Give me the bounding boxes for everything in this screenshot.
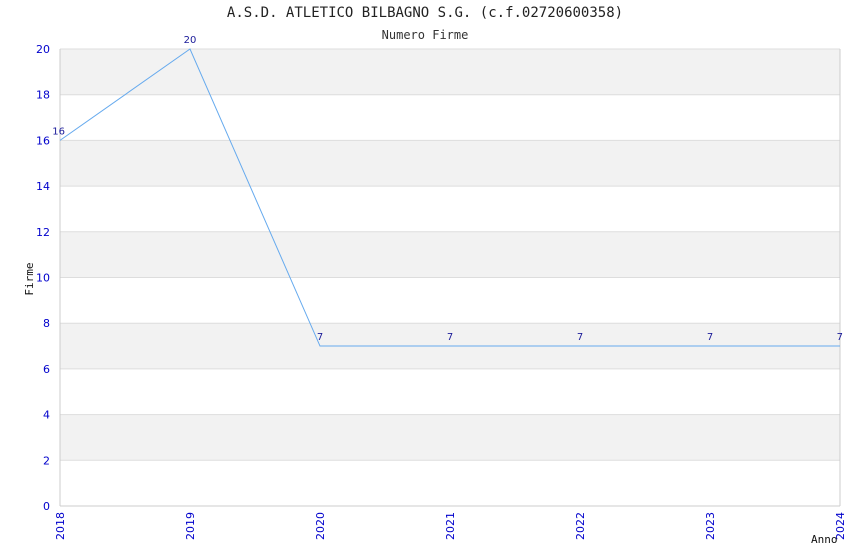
y-tick-label: 0 — [43, 500, 50, 513]
x-tick-label: 2023 — [704, 512, 717, 540]
data-label: 7 — [837, 332, 843, 343]
x-tick-label: 2022 — [574, 512, 587, 540]
y-tick-label: 14 — [36, 180, 50, 193]
data-label: 7 — [707, 332, 713, 343]
x-axis-title: Anno — [811, 533, 838, 546]
y-axis-title: Firme — [23, 262, 36, 295]
y-tick-label: 18 — [36, 89, 50, 102]
line-chart: 0 2 4 6 8 10 12 14 16 18 20 2018 2019 2020 2021 2022 20… — [23, 35, 847, 546]
data-label: 7 — [577, 332, 583, 343]
x-tick-label: 2019 — [184, 512, 197, 540]
x-tick-label: 2021 — [444, 512, 457, 540]
y-tick-label: 16 — [36, 134, 50, 147]
data-label: 7 — [447, 332, 453, 343]
y-tick-label: 10 — [36, 272, 50, 285]
y-tick-label: 4 — [43, 409, 50, 422]
data-label: 7 — [317, 332, 323, 343]
y-tick-label: 6 — [43, 363, 50, 376]
y-tick-label: 2 — [43, 454, 50, 467]
grid-band — [60, 231, 840, 278]
grid-band — [60, 140, 840, 187]
y-tick-label: 12 — [36, 226, 50, 239]
grid-band — [60, 49, 840, 95]
y-tick-label: 8 — [43, 317, 50, 330]
x-tick-label: 2020 — [314, 512, 327, 540]
grid-band — [60, 414, 840, 461]
data-label: 16 — [52, 126, 65, 137]
x-tick-label: 2018 — [54, 512, 67, 540]
y-tick-label: 20 — [36, 43, 50, 56]
data-label: 20 — [184, 35, 197, 46]
